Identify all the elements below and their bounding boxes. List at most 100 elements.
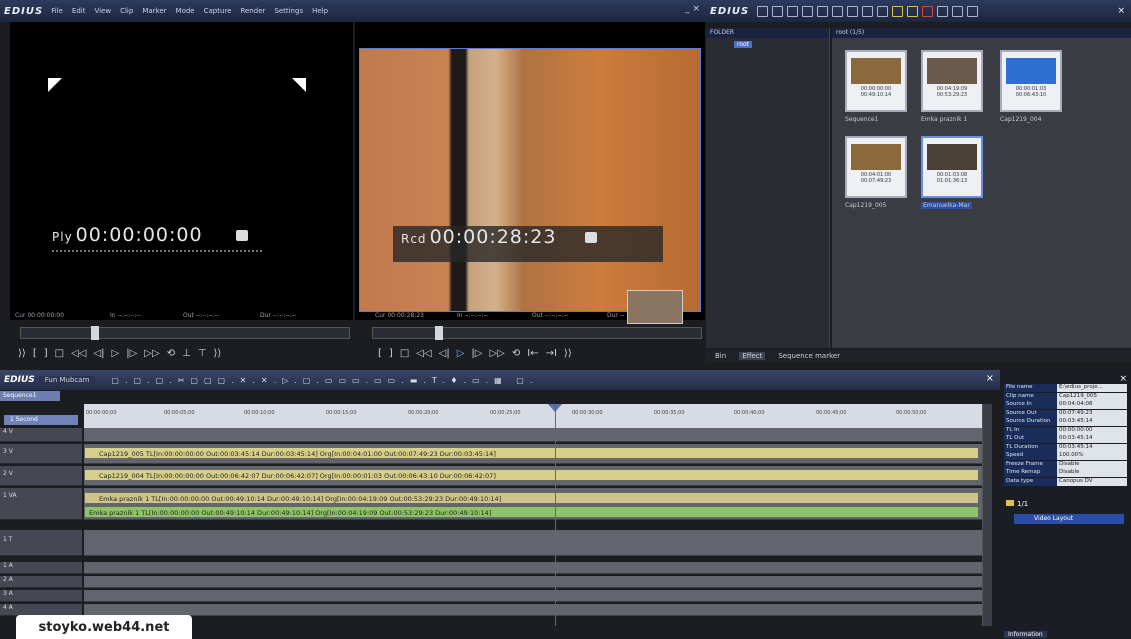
recorder-timecode: Rcd 00:00:28:23 xyxy=(401,226,557,248)
sequence-tab[interactable]: Sequence1 xyxy=(0,391,60,401)
step-forward-icon[interactable]: |▷ xyxy=(126,348,137,359)
insert-to-timeline-icon[interactable]: ⊥ xyxy=(182,348,191,359)
playhead-line[interactable] xyxy=(555,404,556,626)
info-close-icon[interactable]: × xyxy=(1119,374,1127,384)
step-back-icon[interactable]: ◁| xyxy=(439,348,450,359)
timeline-clip-cap1219-005[interactable]: Cap1219_005 TL[In:00:00:00:00 Out:00:03:… xyxy=(84,447,979,459)
fast-forward-icon[interactable]: ▷▷ xyxy=(144,348,159,359)
recorder-scrub-bar[interactable] xyxy=(372,326,702,340)
title-icon[interactable] xyxy=(817,5,829,17)
up-folder-icon[interactable] xyxy=(787,5,799,17)
root-folder-item[interactable]: root xyxy=(734,41,753,48)
insert-icon[interactable] xyxy=(907,5,919,17)
bin-clip-name[interactable]: Emanuelka-Mar xyxy=(921,202,972,209)
bin-clip-thumbnail[interactable]: 00:04:01:00 00:07:49:23 xyxy=(845,136,907,198)
bin-clip-name[interactable]: Cap1219_005 xyxy=(845,202,886,209)
window-controls[interactable]: _ × xyxy=(685,4,700,14)
timeline-clip-cap1219-004[interactable]: Cap1219_004 TL[In:00:00:00:00 Out:00:06:… xyxy=(84,469,979,481)
timeline-ruler[interactable]: 00:00:00;00 00:00:05;00 00:00:10;00 00:0… xyxy=(84,404,982,428)
menu-marker[interactable]: Marker xyxy=(142,7,166,15)
add-clip-icon[interactable] xyxy=(832,5,844,17)
copy-icon[interactable] xyxy=(862,5,874,17)
timeline-clip-emka-video[interactable]: Emka prazník 1 TL[In:00:00:00:00 Out:00:… xyxy=(84,492,979,504)
timeline-tool-icons[interactable]: ▢.▢.▢.✂▢▢▢.✕.✕.▷.▢.▭▭▭.▭▭.▬.T.♦.▭.▦ ▢. xyxy=(111,376,538,385)
tab-effect[interactable]: Effect xyxy=(739,352,766,360)
mark-in-icon[interactable]: [ xyxy=(378,348,382,359)
track-1t[interactable] xyxy=(84,530,982,556)
paste-icon[interactable] xyxy=(877,5,889,17)
track-3a[interactable] xyxy=(84,590,982,602)
bin-clip-name[interactable]: Cap1219_004 xyxy=(1000,116,1041,123)
stop-icon[interactable]: □ xyxy=(55,348,64,359)
new-folder-icon[interactable] xyxy=(802,5,814,17)
track-2a[interactable] xyxy=(84,576,982,588)
previous-edit-icon[interactable]: I← xyxy=(527,348,538,359)
menu-clip[interactable]: Clip xyxy=(120,7,133,15)
bin-menu-icon[interactable] xyxy=(967,5,979,17)
track-header-2a[interactable]: 2 A xyxy=(0,576,82,588)
bin-clip-name[interactable]: Sequence1 xyxy=(845,116,878,123)
video-layout-item[interactable]: Video Layout xyxy=(1014,514,1124,524)
menu-mode[interactable]: Mode xyxy=(176,7,195,15)
track-header-2v[interactable]: 2 V xyxy=(0,466,82,486)
bin-clip-thumbnail[interactable]: 00:00:00:00 00:49:10:14 xyxy=(845,50,907,112)
fast-forward-icon[interactable]: ▷▷ xyxy=(489,348,504,359)
mark-out-icon[interactable]: ] xyxy=(44,348,48,359)
track-header-1va[interactable]: 1 VA xyxy=(0,488,82,520)
rewind-icon[interactable]: ◁◁ xyxy=(71,348,86,359)
player-scrub-handle[interactable] xyxy=(91,326,99,340)
track-4a[interactable] xyxy=(84,604,982,616)
track-4v[interactable] xyxy=(84,428,982,442)
tab-bin[interactable]: Bin xyxy=(712,352,729,360)
stop-icon[interactable]: □ xyxy=(400,348,409,359)
bin-clip-thumbnail[interactable]: 00:00:01:03 00:06:43:10 xyxy=(1000,50,1062,112)
rewind-icon[interactable]: ◁◁ xyxy=(416,348,431,359)
track-header-1a[interactable]: 1 A xyxy=(0,562,82,574)
tab-sequence-marker[interactable]: Sequence marker xyxy=(775,352,843,360)
set-in-icon[interactable]: ⟩⟩ xyxy=(18,348,26,359)
search-icon[interactable] xyxy=(772,5,784,17)
bin-clip-name[interactable]: Emka prazník 1 xyxy=(921,116,967,123)
timeline-clip-emka-audio[interactable]: Emka prazník 1 TL[In:00:00:00:00 Out:00:… xyxy=(84,506,979,518)
menu-help[interactable]: Help xyxy=(312,7,328,15)
track-header-4v[interactable]: 4 V xyxy=(0,428,82,442)
player-menu-icon[interactable]: ⟩⟩ xyxy=(214,348,222,359)
player-scrub-bar[interactable] xyxy=(20,326,350,340)
mark-out-icon[interactable]: ] xyxy=(389,348,393,359)
step-back-icon[interactable]: ◁| xyxy=(93,348,104,359)
menu-capture[interactable]: Capture xyxy=(204,7,232,15)
recorder-scrub-handle[interactable] xyxy=(435,326,443,340)
ruler-tick: 00:00:30;00 xyxy=(572,410,603,416)
folder-view-icon[interactable] xyxy=(757,5,769,17)
menu-render[interactable]: Render xyxy=(240,7,265,15)
tab-information[interactable]: Information xyxy=(1004,631,1047,638)
next-edit-icon[interactable]: →I xyxy=(546,348,557,359)
timeline-close-icon[interactable]: × xyxy=(986,373,994,384)
bin-clip-thumbnail[interactable]: 00:01:03:08 01:01:36:13 xyxy=(921,136,983,198)
step-forward-icon[interactable]: |▷ xyxy=(471,348,482,359)
timeline-vertical-scrollbar[interactable] xyxy=(982,404,992,626)
menu-edit[interactable]: Edit xyxy=(72,7,86,15)
bin-close-button[interactable]: × xyxy=(1117,6,1125,16)
track-header-3v[interactable]: 3 V xyxy=(0,444,82,464)
add-to-timeline-icon[interactable] xyxy=(892,5,904,17)
menu-settings[interactable]: Settings xyxy=(274,7,303,15)
menu-file[interactable]: File xyxy=(51,7,63,15)
properties-icon[interactable] xyxy=(937,5,949,17)
track-1a[interactable] xyxy=(84,562,982,574)
loop-icon[interactable]: ⟲ xyxy=(167,348,175,359)
play-icon[interactable]: ▷ xyxy=(112,348,120,359)
view-mode-icon[interactable] xyxy=(952,5,964,17)
cut-icon[interactable] xyxy=(847,5,859,17)
menu-view[interactable]: View xyxy=(94,7,111,15)
delete-icon[interactable] xyxy=(922,5,934,17)
loop-icon[interactable]: ⟲ xyxy=(512,348,520,359)
track-header-1t[interactable]: 1 T xyxy=(0,530,82,556)
bin-clip-thumbnail[interactable]: 00:04:19:09 00:53:29:23 xyxy=(921,50,983,112)
recorder-menu-icon[interactable]: ⟩⟩ xyxy=(564,348,572,359)
timeline-scale[interactable]: 1 Second xyxy=(4,415,78,425)
overwrite-icon[interactable]: ⊤ xyxy=(198,348,207,359)
play-icon[interactable]: ▷ xyxy=(457,348,465,359)
track-header-3a[interactable]: 3 A xyxy=(0,590,82,602)
mark-in-icon[interactable]: [ xyxy=(33,348,37,359)
